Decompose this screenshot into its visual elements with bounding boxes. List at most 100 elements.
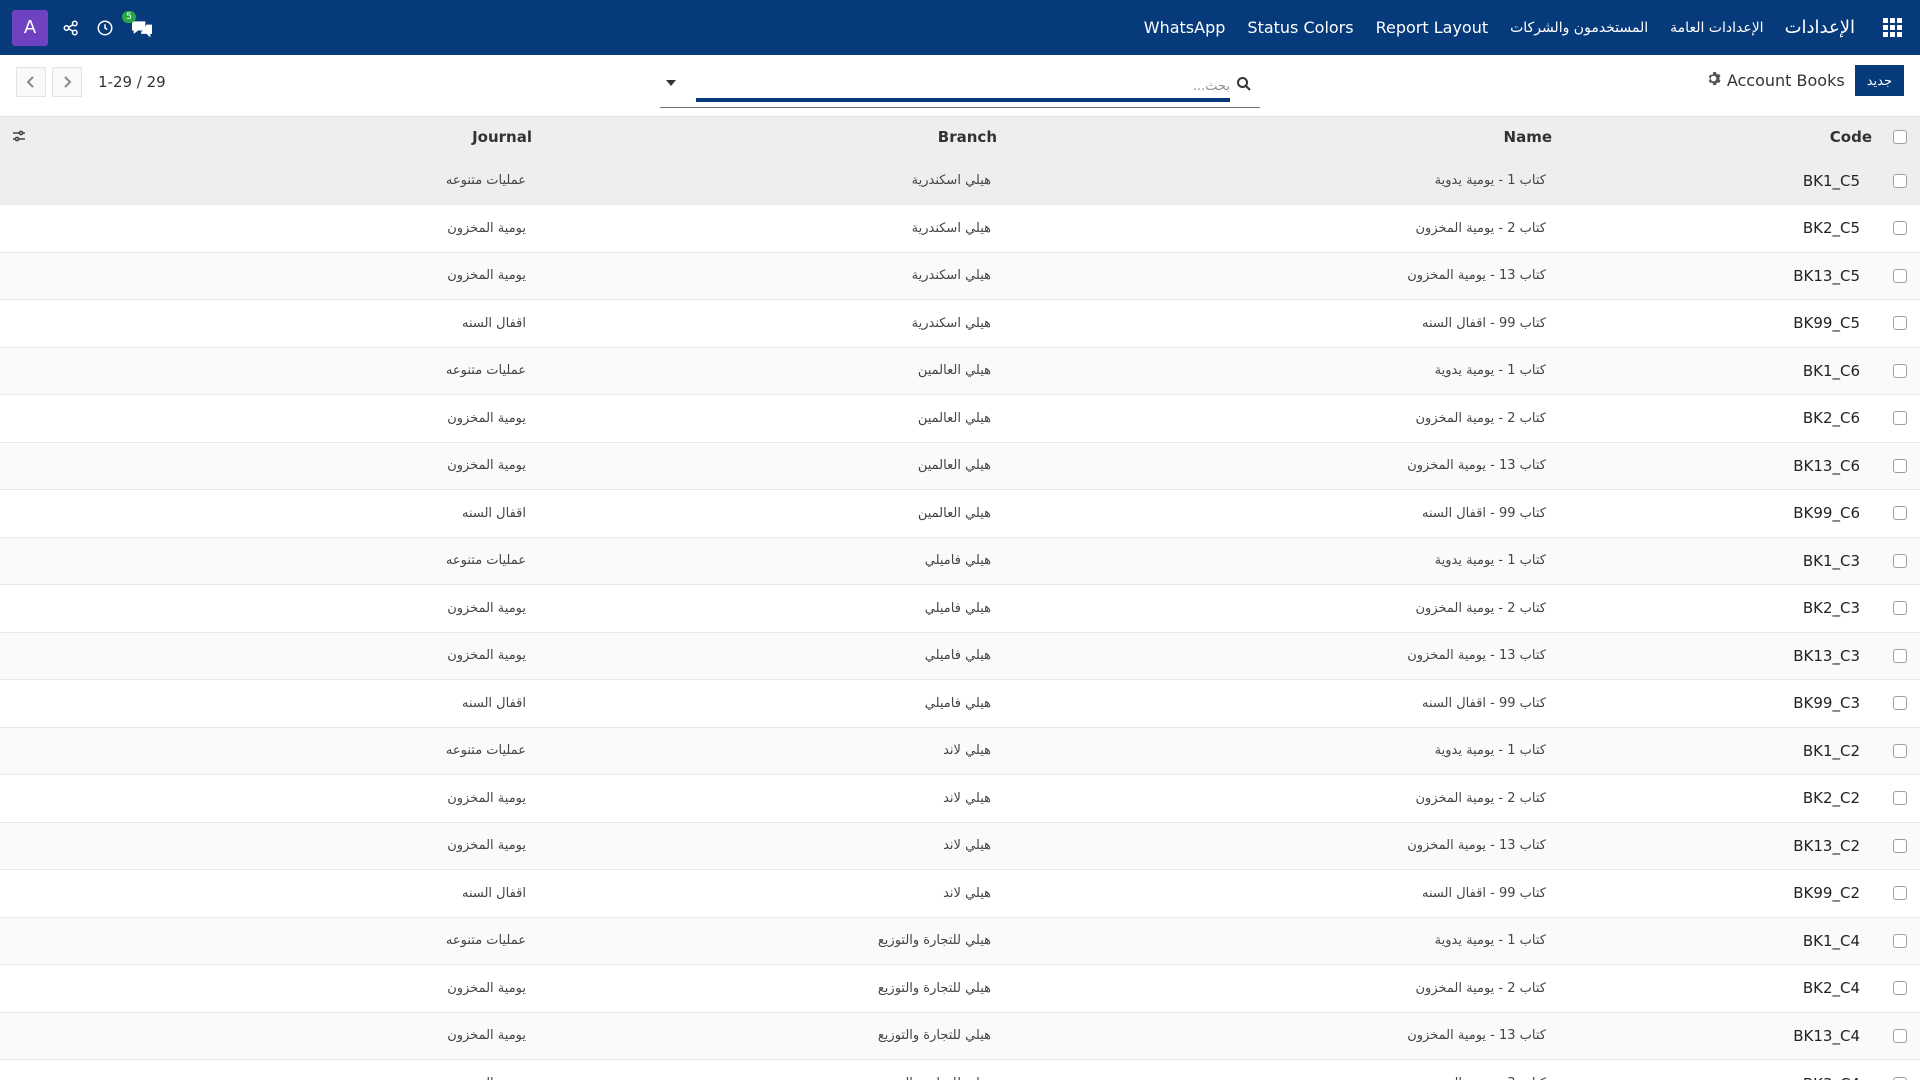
cell-name[interactable]: كتاب 1 - يومية يدوية bbox=[1005, 156, 1560, 205]
table-row[interactable]: يومية المخزون هيلي العالمين كتاب 13 - يومي… bbox=[0, 441, 1920, 490]
cell-code[interactable]: BK13_C4 bbox=[1560, 1011, 1880, 1060]
row-checkbox[interactable] bbox=[1893, 981, 1907, 996]
menu-users-companies[interactable]: المستخدمون والشركات bbox=[1499, 20, 1659, 36]
cell-code[interactable]: BK13_C5 bbox=[1560, 251, 1880, 300]
cell-branch[interactable]: هيلي لاند bbox=[540, 726, 1005, 775]
table-row[interactable]: عمليات متنوعه هيلي العالمين كتاب 1 - يومية… bbox=[0, 346, 1920, 395]
apps-menu-icon[interactable] bbox=[1865, 0, 1920, 55]
table-row[interactable]: عمليات متنوعه هيلي فاميلي كتاب 1 - يومية ي… bbox=[0, 536, 1920, 585]
cell-code[interactable]: BK13_C2 bbox=[1560, 821, 1880, 870]
row-checkbox[interactable] bbox=[1893, 458, 1907, 473]
pager-value[interactable]: 1-29 / 29 bbox=[98, 73, 166, 91]
cell-journal[interactable]: عمليات متنوعه bbox=[0, 346, 540, 395]
cell-name[interactable]: كتاب 1 - يومية يدوية bbox=[1005, 346, 1560, 395]
menu-whatsapp[interactable]: WhatsApp bbox=[1133, 18, 1237, 37]
cell-name[interactable]: كتاب 13 - يومية المخزون bbox=[1005, 251, 1560, 300]
debug-icon[interactable] bbox=[60, 17, 82, 39]
row-checkbox[interactable] bbox=[1893, 1028, 1907, 1043]
cell-name[interactable]: كتاب 3 - يومية المخزون bbox=[1005, 1059, 1560, 1080]
cell-code[interactable]: BK3_C4 bbox=[1560, 1059, 1880, 1080]
cell-code[interactable]: BK1_C3 bbox=[1560, 536, 1880, 585]
cell-name[interactable]: كتاب 13 - يومية المخزون bbox=[1005, 631, 1560, 680]
pager-previous-button[interactable] bbox=[16, 67, 46, 97]
cell-code[interactable]: BK1_C6 bbox=[1560, 346, 1880, 395]
table-row[interactable]: يومية المخزون هيلي اسكندرية كتاب 13 - يومي… bbox=[0, 251, 1920, 300]
cell-journal[interactable]: اقفال السنه bbox=[0, 489, 540, 537]
app-brand[interactable]: الإعدادات bbox=[1775, 17, 1865, 38]
cell-journal[interactable]: يومية المخزون bbox=[0, 204, 540, 252]
cell-branch[interactable]: هيلي اسكندرية bbox=[540, 299, 1005, 347]
cell-code[interactable]: BK13_C3 bbox=[1560, 631, 1880, 680]
cell-branch[interactable]: هيلي اسكندرية bbox=[540, 251, 1005, 300]
cell-code[interactable]: BK2_C5 bbox=[1560, 204, 1880, 252]
select-all-checkbox[interactable] bbox=[1893, 130, 1907, 145]
table-row[interactable]: يومية المخزون هيلي العالمين كتاب 2 - يومية… bbox=[0, 394, 1920, 442]
row-checkbox[interactable] bbox=[1893, 601, 1907, 616]
search-options-toggle[interactable] bbox=[666, 80, 676, 86]
user-avatar[interactable]: A bbox=[12, 9, 48, 46]
row-checkbox[interactable] bbox=[1893, 886, 1907, 901]
table-row[interactable]: عمليات متنوعه هيلي لاند كتاب 1 - يومية يدو… bbox=[0, 726, 1920, 775]
row-checkbox[interactable] bbox=[1893, 316, 1907, 331]
table-row[interactable]: اقفال السنه هيلي فاميلي كتاب 99 - اقفال ال… bbox=[0, 679, 1920, 727]
row-checkbox[interactable] bbox=[1893, 268, 1907, 283]
table-row[interactable]: عمليات متنوعه هيلي للتجارة والتوزيع كتاب 1… bbox=[0, 916, 1920, 965]
menu-status-colors[interactable]: Status Colors bbox=[1236, 18, 1364, 37]
cell-branch[interactable]: هيلي اسكندرية bbox=[540, 156, 1005, 205]
cell-branch[interactable]: هيلي للتجارة والتوزيع bbox=[540, 964, 1005, 1012]
table-row[interactable]: اقفال السنه هيلي العالمين كتاب 99 - اقفال … bbox=[0, 489, 1920, 537]
menu-report-layout[interactable]: Report Layout bbox=[1365, 18, 1500, 37]
cell-code[interactable]: BK1_C4 bbox=[1560, 916, 1880, 965]
table-row[interactable]: يومية المخزون هيلي لاند كتاب 2 - يومية الم… bbox=[0, 774, 1920, 822]
cell-branch[interactable]: هيلي للتجارة والتوزيع bbox=[540, 1059, 1005, 1080]
cell-name[interactable]: كتاب 2 - يومية المخزون bbox=[1005, 204, 1560, 252]
cell-branch[interactable]: هيلي العالمين bbox=[540, 346, 1005, 395]
cell-journal[interactable]: يومية المخزون bbox=[0, 631, 540, 680]
row-checkbox[interactable] bbox=[1893, 933, 1907, 948]
cell-code[interactable]: BK99_C5 bbox=[1560, 299, 1880, 347]
cell-branch[interactable]: هيلي لاند bbox=[540, 821, 1005, 870]
table-row[interactable]: يومية المخزون هيلي فاميلي كتاب 13 - يومية … bbox=[0, 631, 1920, 680]
cell-name[interactable]: كتاب 99 - اقفال السنه bbox=[1005, 869, 1560, 917]
cell-code[interactable]: BK99_C6 bbox=[1560, 489, 1880, 537]
cell-name[interactable]: كتاب 13 - يومية المخزون bbox=[1005, 1011, 1560, 1060]
cell-branch[interactable]: هيلي للتجارة والتوزيع bbox=[540, 916, 1005, 965]
cell-journal[interactable]: اقفال السنه bbox=[0, 679, 540, 727]
activity-clock-icon[interactable] bbox=[94, 17, 116, 39]
table-row[interactable]: يومية المخزون هيلي لاند كتاب 13 - يومية ال… bbox=[0, 821, 1920, 870]
cell-name[interactable]: كتاب 13 - يومية المخزون bbox=[1005, 441, 1560, 490]
cell-journal[interactable]: يومية المخزون bbox=[0, 774, 540, 822]
cell-code[interactable]: BK99_C2 bbox=[1560, 869, 1880, 917]
table-row[interactable]: اقفال السنه هيلي لاند كتاب 99 - اقفال السن… bbox=[0, 869, 1920, 917]
cell-journal[interactable]: يومية المخزون bbox=[0, 584, 540, 632]
column-code-header[interactable]: Code bbox=[1560, 117, 1880, 157]
row-checkbox[interactable] bbox=[1893, 173, 1907, 188]
cell-code[interactable]: BK2_C2 bbox=[1560, 774, 1880, 822]
row-checkbox[interactable] bbox=[1893, 553, 1907, 568]
table-row[interactable]: عمليات متنوعه هيلي اسكندرية كتاب 1 - يومية… bbox=[0, 156, 1920, 205]
table-row[interactable]: يومية المخزون هيلي فاميلي كتاب 2 - يومية ا… bbox=[0, 584, 1920, 632]
cell-journal[interactable]: يومية المخزون bbox=[0, 821, 540, 870]
row-checkbox[interactable] bbox=[1893, 506, 1907, 521]
row-checkbox[interactable] bbox=[1893, 1076, 1907, 1080]
cell-journal[interactable]: اقفال السنه bbox=[0, 869, 540, 917]
row-checkbox[interactable] bbox=[1893, 791, 1907, 806]
cell-journal[interactable]: يومية المخزون bbox=[0, 394, 540, 442]
row-checkbox[interactable] bbox=[1893, 696, 1907, 711]
row-checkbox[interactable] bbox=[1893, 221, 1907, 236]
cell-branch[interactable]: هيلي العالمين bbox=[540, 394, 1005, 442]
cell-name[interactable]: كتاب 2 - يومية المخزون bbox=[1005, 584, 1560, 632]
optional-columns-icon[interactable] bbox=[12, 129, 26, 147]
cell-name[interactable]: كتاب 13 - يومية المخزون bbox=[1005, 821, 1560, 870]
cell-branch[interactable]: هيلي لاند bbox=[540, 869, 1005, 917]
table-row[interactable]: يومية المخزونهيلي للتجارة والتوزيعكتاب 3… bbox=[0, 1059, 1920, 1080]
cell-name[interactable]: كتاب 99 - اقفال السنه bbox=[1005, 489, 1560, 537]
cell-journal[interactable]: يومية المخزون bbox=[0, 1059, 540, 1080]
cell-code[interactable]: BK13_C6 bbox=[1560, 441, 1880, 490]
table-row[interactable]: يومية المخزون هيلي اسكندرية كتاب 2 - يومية… bbox=[0, 204, 1920, 252]
column-name-header[interactable]: Name bbox=[1005, 117, 1560, 157]
cell-journal[interactable]: عمليات متنوعه bbox=[0, 156, 540, 205]
table-row[interactable]: اقفال السنه هيلي اسكندرية كتاب 99 - اقفال … bbox=[0, 299, 1920, 347]
cell-name[interactable]: كتاب 2 - يومية المخزون bbox=[1005, 394, 1560, 442]
cell-branch[interactable]: هيلي فاميلي bbox=[540, 584, 1005, 632]
